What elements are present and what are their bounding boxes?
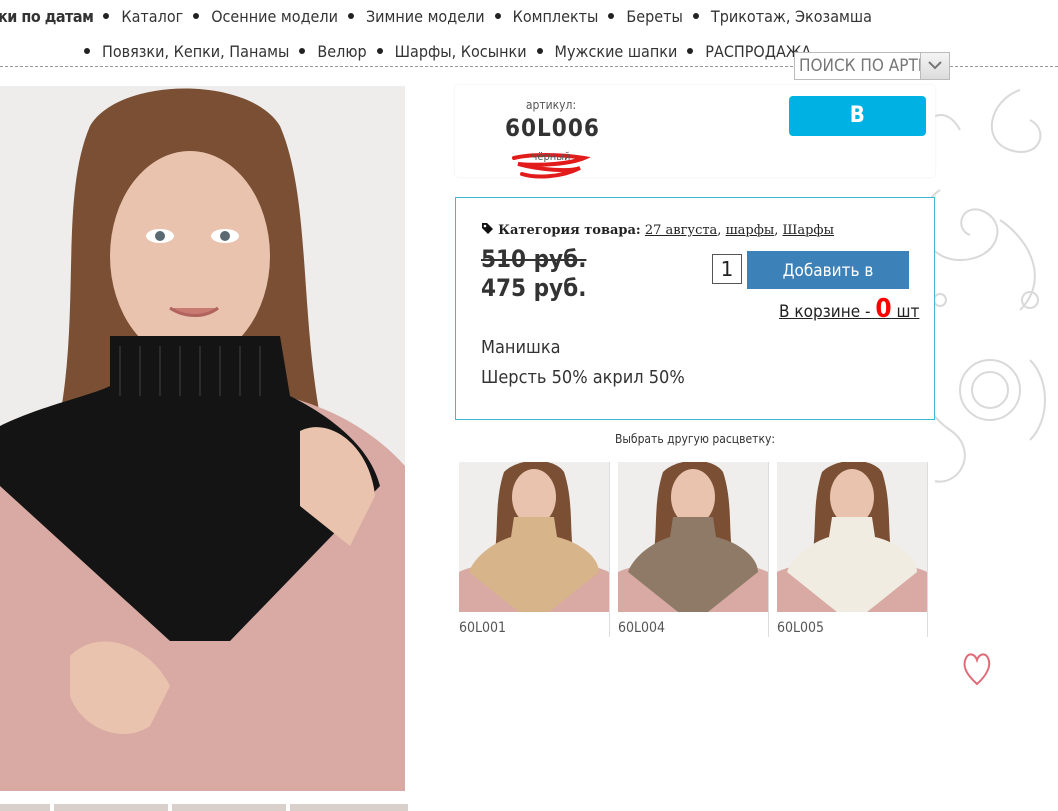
tag-icon [482,223,493,234]
heart-icon[interactable] [960,648,994,688]
nav-bullet [494,13,501,19]
nav-bullet [193,13,200,19]
variant-item[interactable]: 60L005 [777,462,928,637]
nav-item-scarves[interactable]: Шарфы, Косынки [395,42,527,61]
add-to-cart-button[interactable]: Добавить в корзину [747,251,909,319]
variant-code[interactable]: 60L005 [777,620,824,636]
photo-thumbnail-strip [0,804,410,811]
nav-bullet [376,48,383,54]
thumbnail[interactable] [172,804,286,811]
nav-bullet [84,48,90,54]
model-photo-illustration [0,86,405,791]
quantity-input[interactable]: 1 [712,254,742,284]
top-nav-row-2: Повязки, Кепки, Панамы Велюр Шарфы, Косынк… [80,42,817,61]
nav-item-sets[interactable]: Комплекты [513,7,599,26]
category-link-date[interactable]: 27 августа [645,223,717,238]
current-price: 475 руб. [481,274,587,302]
category-label: Категория товара: [498,223,641,238]
cart-count-link[interactable]: В корзине - 0 шт [779,294,919,324]
cart-count-suffix: шт [891,302,920,322]
variant-image[interactable] [459,462,609,612]
variant-image[interactable] [777,462,927,612]
variant-photo [459,462,609,612]
nav-item-mens-hats[interactable]: Мужские шапки [555,42,678,61]
variant-item[interactable]: 60L001 [459,462,610,637]
category-link-scarves[interactable]: шарфы [726,223,775,238]
nav-bullet [347,13,354,19]
variant-code[interactable]: 60L004 [618,620,665,636]
thumbnail[interactable] [54,804,168,811]
nav-item-headbands[interactable]: Повязки, Кепки, Панамы [102,42,289,61]
category-line: Категория товара: 27 августа, шарфы, Шар… [481,222,834,238]
old-price: 510 руб. [481,245,587,273]
product-color: чёрный [531,150,571,163]
variant-image[interactable] [618,462,768,612]
nav-item-winter[interactable]: Зимние модели [366,7,485,26]
product-composition: Шерсть 50% акрил 50% [481,367,685,388]
nav-item-knitwear[interactable]: Трикотаж, Экозамша [711,7,872,26]
category-link-scarves-2[interactable]: Шарфы [783,223,834,238]
product-name: Манишка [481,337,561,358]
thumbnail[interactable] [0,804,50,811]
cart-count-value: 0 [875,294,892,324]
article-label: артикул: [525,98,577,112]
nav-item-autumn[interactable]: Осенние модели [211,7,338,26]
article-code: 60L006 [505,114,600,142]
thumbnail[interactable] [290,804,408,811]
nav-item-velour[interactable]: Велюр [317,42,366,61]
variant-item[interactable]: 60L004 [618,462,769,637]
in-stock-badge: В НАЛИЧИИ [789,96,926,168]
nav-bullet [536,48,543,54]
nav-bullet [608,13,615,19]
nav-item-catalog[interactable]: Каталог [121,7,183,26]
variant-photo [777,462,927,612]
nav-bullet [692,13,699,19]
cart-count-prefix: В корзине - [779,302,876,322]
nav-bullet [103,13,110,19]
nav-bullet [687,48,694,54]
nav-item-by-dates[interactable]: ки по датам [0,7,94,26]
variant-code[interactable]: 60L001 [459,620,506,636]
top-nav-row-1: ки по датам Каталог Осенние модели Зимние м… [0,7,878,26]
variant-photo [618,462,768,612]
color-variants: 60L001 60L004 60L005 [455,455,935,637]
choose-color-label: Выбрать другую расцветку: [614,432,775,446]
nav-item-berets[interactable]: Береты [626,7,682,26]
product-main-photo[interactable] [0,86,405,791]
nav-bullet [299,48,306,54]
chevron-down-icon [928,61,942,70]
